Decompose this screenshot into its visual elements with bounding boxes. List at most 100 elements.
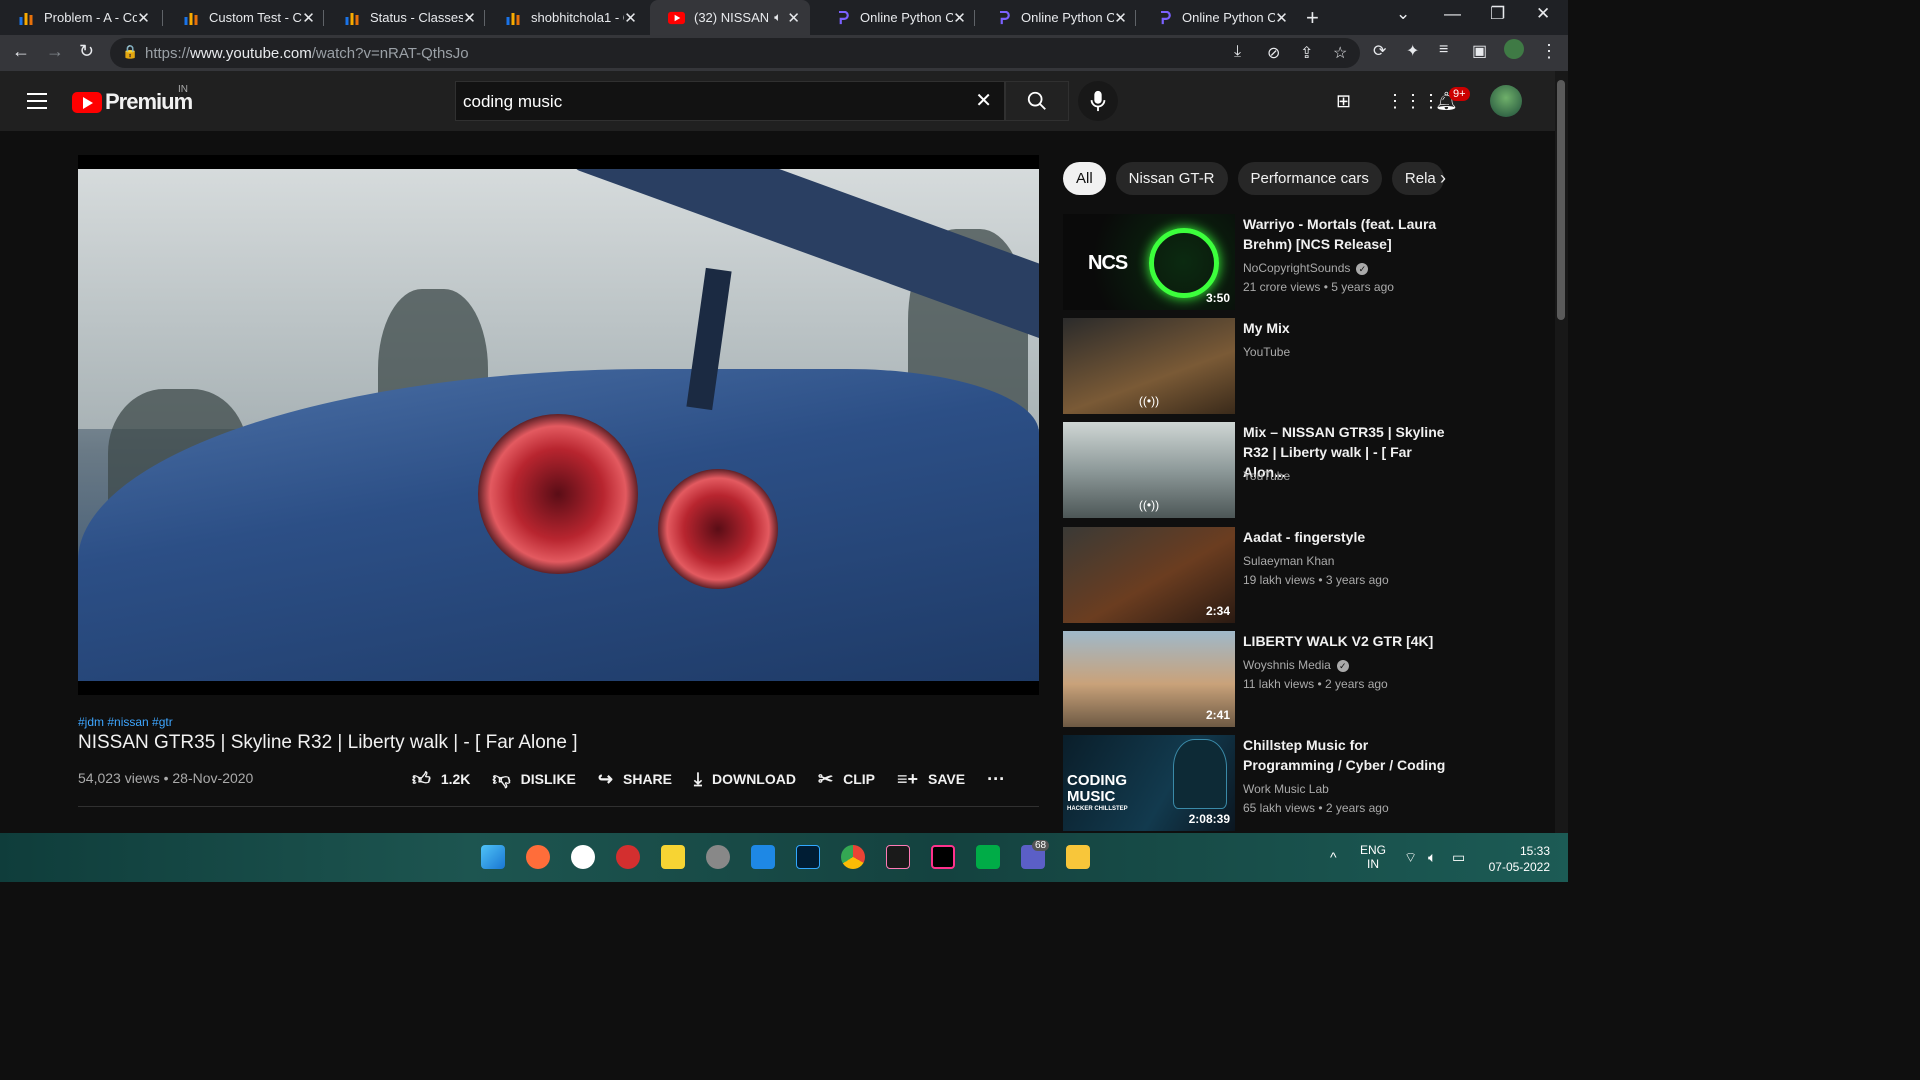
related-video[interactable]: NCS 3:50 Warriyo - Mortals (feat. Laura Br… <box>1063 214 1483 310</box>
share-page-icon[interactable]: ⇪ <box>1300 43 1313 63</box>
create-video-icon[interactable]: ⊞ <box>1336 91 1351 112</box>
filter-chip[interactable]: Nissan GT-R <box>1115 162 1228 195</box>
windows-start-icon[interactable] <box>481 845 505 869</box>
scrollbar-thumb[interactable] <box>1557 80 1565 320</box>
media-control-icon[interactable]: ≡ <box>1439 41 1448 59</box>
channel-name[interactable]: YouTube <box>1243 469 1290 483</box>
close-tab-icon[interactable]: ✕ <box>787 9 800 27</box>
video-hashtags[interactable]: #jdm #nissan #gtr <box>78 715 173 729</box>
back-icon[interactable]: ← <box>12 41 30 62</box>
related-video[interactable]: 2:41 LIBERTY WALK V2 GTR [4K] Woyshnis Med… <box>1063 631 1483 727</box>
wifi-icon[interactable]: ⌔ <box>1404 849 1417 867</box>
browser-tab[interactable]: Problem - A - Co ✕ <box>0 0 160 35</box>
clock[interactable]: 15:33 07-05-2022 <box>1484 843 1550 875</box>
sticky-notes-icon[interactable] <box>661 845 685 869</box>
channel-name[interactable]: YouTube <box>1243 345 1290 359</box>
voice-search-button[interactable] <box>1078 81 1118 121</box>
related-video[interactable]: ((•)) My Mix YouTube <box>1063 318 1483 414</box>
chevron-up-icon[interactable]: ^ <box>1330 849 1337 865</box>
search-button[interactable] <box>1005 81 1069 121</box>
channel-name[interactable]: NoCopyrightSounds ✓ <box>1243 261 1369 275</box>
close-tab-icon[interactable]: ✕ <box>302 9 315 27</box>
search-input[interactable]: coding music ✕ <box>455 81 1005 121</box>
vscode-icon[interactable] <box>751 845 775 869</box>
dislike-button[interactable]: 👎︎ DISLIKE <box>492 768 576 790</box>
video-thumbnail[interactable]: ((•)) <box>1063 318 1235 414</box>
chrome-icon[interactable] <box>841 845 865 869</box>
filter-chip[interactable]: All <box>1063 162 1106 195</box>
close-tab-icon[interactable]: ✕ <box>624 9 637 27</box>
channel-name[interactable]: Sulaeyman Khan <box>1243 554 1334 568</box>
video-thumbnail[interactable]: 2:41 <box>1063 631 1235 727</box>
close-tab-icon[interactable]: ✕ <box>1275 9 1288 27</box>
eye-off-icon[interactable]: ⊘ <box>1267 43 1280 63</box>
meet-icon[interactable] <box>976 845 1000 869</box>
video-thumbnail[interactable]: 2:34 <box>1063 527 1235 623</box>
intellij-icon[interactable] <box>931 845 955 869</box>
video-thumbnail[interactable]: ((•)) <box>1063 422 1235 518</box>
chevron-right-icon[interactable]: › <box>1440 168 1446 189</box>
browser-tab[interactable]: shobhitchola1 - C ✕ <box>487 0 647 35</box>
related-video[interactable]: CODING MUSIC HACKER CHILLSTEP 2:08:39 Chills… <box>1063 735 1483 831</box>
chrome-menu-icon[interactable]: ⋮ <box>1540 41 1558 62</box>
forward-icon[interactable]: → <box>46 41 64 62</box>
browser-tab[interactable]: Online Python Co ✕ <box>977 0 1137 35</box>
clear-search-icon[interactable]: ✕ <box>975 88 992 113</box>
address-bar[interactable]: 🔒 https://www.youtube.com/watch?v=nRAT-Q… <box>110 38 1360 68</box>
youtube-premium-logo[interactable]: Premium IN <box>72 84 193 115</box>
volume-icon[interactable]: 🔈︎ <box>1428 849 1436 866</box>
file-explorer-icon[interactable] <box>1066 845 1090 869</box>
channel-name[interactable]: Woyshnis Media ✓ <box>1243 658 1349 672</box>
filter-chip[interactable]: Rela <box>1391 162 1444 195</box>
browser-tab[interactable]: Online Python Co ✕ <box>816 0 976 35</box>
video-thumbnail[interactable]: NCS 3:50 <box>1063 214 1235 310</box>
related-video-title[interactable]: My Mix <box>1243 318 1453 338</box>
browser-tab[interactable]: Custom Test - Co ✕ <box>165 0 325 35</box>
more-actions-button[interactable]: ··· <box>987 769 1015 790</box>
profile-avatar[interactable] <box>1504 39 1524 59</box>
clip-button[interactable]: ✂ CLIP <box>818 769 875 790</box>
extensions-puzzle-icon[interactable]: ✦ <box>1406 41 1419 61</box>
close-tab-icon[interactable]: ✕ <box>1114 9 1127 27</box>
reload-icon[interactable]: ↻ <box>79 41 94 62</box>
video-player[interactable] <box>78 155 1039 695</box>
maximize-button[interactable]: ❐ <box>1490 4 1505 24</box>
related-video[interactable]: ((•)) Mix – NISSAN GTR35 | Skyline R32 | … <box>1063 422 1483 518</box>
new-tab-button[interactable]: + <box>1306 5 1319 31</box>
terminal-icon[interactable] <box>886 845 910 869</box>
browser-tab[interactable]: Online Python Co ✕ <box>1138 0 1298 35</box>
like-button[interactable]: 👍︎ 1.2K <box>412 768 470 790</box>
browser-tab[interactable]: (32) NISSAN 🔈︎ ✕ <box>650 0 810 35</box>
speaker-icon[interactable]: 🔈︎ <box>774 10 781 25</box>
share-button[interactable]: ↪ SHARE <box>598 769 672 790</box>
install-app-icon[interactable]: ⤓ <box>1234 43 1241 61</box>
close-tab-icon[interactable]: ✕ <box>463 9 476 27</box>
video-thumbnail[interactable]: CODING MUSIC HACKER CHILLSTEP 2:08:39 <box>1063 735 1235 831</box>
battery-icon[interactable]: ▭ <box>1452 849 1465 866</box>
compass-app-icon[interactable] <box>526 845 550 869</box>
related-video-title[interactable]: Chillstep Music for Programming / Cyber … <box>1243 735 1453 775</box>
game-icon[interactable] <box>706 845 730 869</box>
channel-name[interactable]: Work Music Lab <box>1243 782 1329 796</box>
antivirus-icon[interactable] <box>616 845 640 869</box>
bookmark-star-icon[interactable]: ☆ <box>1333 43 1347 63</box>
account-avatar[interactable] <box>1490 85 1522 117</box>
related-video-title[interactable]: LIBERTY WALK V2 GTR [4K] <box>1243 631 1453 651</box>
photoshop-icon[interactable] <box>796 845 820 869</box>
save-button[interactable]: ≡+ SAVE <box>897 769 965 790</box>
side-panel-icon[interactable]: ▣ <box>1472 41 1487 61</box>
minimize-button[interactable]: — <box>1444 4 1461 24</box>
extension-sync-icon[interactable]: ⟳ <box>1373 41 1386 61</box>
menu-icon[interactable] <box>27 93 47 114</box>
close-window-button[interactable]: ✕ <box>1536 4 1550 24</box>
related-video-title[interactable]: Aadat - fingerstyle <box>1243 527 1453 547</box>
download-button[interactable]: ⤓ DOWNLOAD <box>694 769 796 790</box>
apps-grid-icon[interactable]: ⋮⋮⋮ <box>1386 91 1440 112</box>
related-video[interactable]: 2:34 Aadat - fingerstyle Sulaeyman Khan 19 … <box>1063 527 1483 623</box>
browser-tab[interactable]: Status - Classes 1✕ <box>326 0 486 35</box>
filter-chip[interactable]: Performance cars <box>1237 162 1382 195</box>
maps-icon[interactable] <box>571 845 595 869</box>
close-tab-icon[interactable]: ✕ <box>953 9 966 27</box>
tab-search-icon[interactable]: ⌄ <box>1396 4 1410 24</box>
related-video-title[interactable]: Warriyo - Mortals (feat. Laura Brehm) [N… <box>1243 214 1453 254</box>
